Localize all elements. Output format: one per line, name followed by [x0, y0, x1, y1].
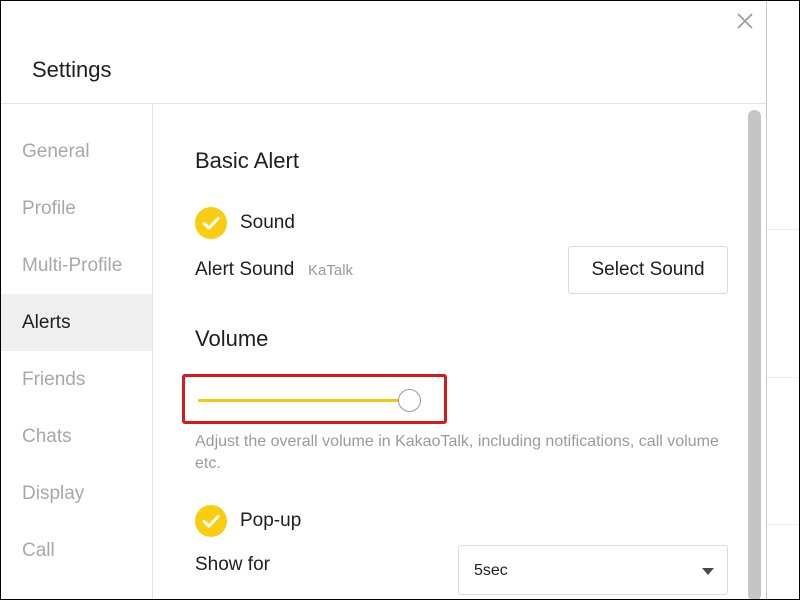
scrollbar-thumb[interactable] [748, 110, 761, 599]
volume-heading: Volume [195, 326, 269, 351]
show-for-value: 5sec [474, 562, 508, 579]
volume-slider-thumb[interactable] [398, 389, 421, 412]
close-button[interactable] [735, 10, 755, 32]
checkmark-icon [202, 217, 220, 230]
checkmark-icon [202, 515, 220, 528]
settings-window: Settings General Profile Multi-Profile A… [0, 0, 800, 600]
popup-checkbox[interactable] [195, 505, 227, 537]
sound-label: Sound [240, 212, 295, 233]
sidebar-item-call[interactable]: Call [1, 522, 152, 579]
background-window [766, 1, 799, 599]
volume-slider-track[interactable] [198, 399, 410, 402]
sidebar-item-general[interactable]: General [1, 123, 152, 180]
alerts-panel: Basic Alert Sound Alert Sound KaTalk Sel… [154, 104, 746, 599]
sidebar-item-display[interactable]: Display [1, 465, 152, 522]
sound-checkbox[interactable] [195, 207, 227, 239]
sidebar-item-alerts[interactable]: Alerts [1, 294, 152, 351]
volume-help-text: Adjust the overall volume in KakaoTalk, … [195, 433, 719, 472]
select-sound-button[interactable]: Select Sound [568, 246, 728, 294]
alert-sound-value: KaTalk [308, 262, 354, 279]
background-divider [767, 377, 799, 378]
background-divider [767, 229, 799, 230]
sidebar-item-profile[interactable]: Profile [1, 180, 152, 237]
sidebar-item-chats[interactable]: Chats [1, 408, 152, 465]
content-scrollbar[interactable] [746, 104, 766, 599]
show-for-select[interactable]: 5sec [458, 545, 728, 595]
dialog-title: Settings [32, 57, 112, 82]
sidebar-item-multi-profile[interactable]: Multi-Profile [1, 237, 152, 294]
settings-sidebar: General Profile Multi-Profile Alerts Fri… [1, 104, 153, 599]
sidebar-item-friends[interactable]: Friends [1, 351, 152, 408]
settings-dialog: Settings General Profile Multi-Profile A… [1, 1, 766, 599]
alert-sound-label: Alert Sound [195, 259, 295, 280]
close-icon [737, 13, 753, 29]
popup-label: Pop-up [240, 510, 302, 531]
basic-alert-heading: Basic Alert [195, 148, 299, 173]
volume-slider-highlight [182, 374, 447, 424]
background-divider [767, 524, 799, 525]
show-for-label: Show for [195, 554, 270, 575]
chevron-down-icon [702, 568, 714, 575]
